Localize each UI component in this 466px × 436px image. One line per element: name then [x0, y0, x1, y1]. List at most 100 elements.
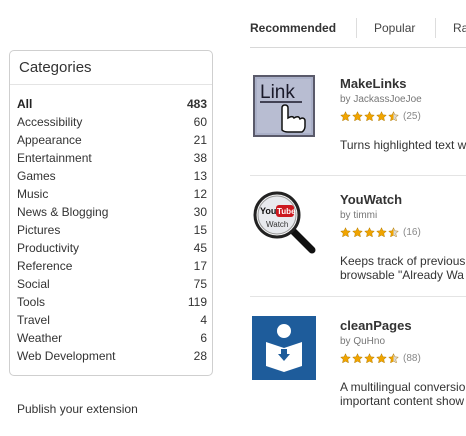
categories-divider: [10, 84, 212, 85]
star-full-icon: [352, 226, 363, 237]
category-item[interactable]: Reference 17: [17, 257, 207, 275]
extension-author: by QuHno: [340, 336, 386, 347]
sort-tabs: Recommended Popular Ra: [250, 18, 466, 48]
star-full-icon: [376, 226, 387, 237]
category-count: 12: [193, 187, 207, 201]
extension-rating: (25): [340, 109, 421, 123]
category-count: 6: [200, 331, 207, 345]
icon-link-text: Link: [260, 82, 295, 103]
category-label: Travel: [17, 313, 50, 327]
category-count: 15: [193, 223, 207, 237]
category-label: Productivity: [17, 241, 80, 255]
category-item[interactable]: Games 13: [17, 167, 207, 185]
category-item[interactable]: Social 75: [17, 275, 207, 293]
extension-name[interactable]: YouWatch: [340, 192, 402, 207]
extension-item[interactable]: Link MakeLinks by JackassJoeJoe (25) Tur…: [250, 74, 466, 194]
category-item[interactable]: Travel 4: [17, 311, 207, 329]
category-item[interactable]: All 483: [17, 95, 207, 113]
tab-divider: [356, 18, 357, 38]
icon-tube-text: Tube: [277, 207, 296, 216]
category-label: Entertainment: [17, 151, 92, 165]
star-full-icon: [376, 352, 387, 363]
category-count: 17: [193, 259, 207, 273]
category-count: 4: [200, 313, 207, 327]
extension-name[interactable]: cleanPages: [340, 318, 412, 333]
category-count: 13: [193, 169, 207, 183]
category-label: Tools: [17, 295, 46, 309]
category-label: Weather: [17, 331, 63, 345]
category-count: 21: [193, 133, 207, 147]
category-label: Music: [17, 187, 49, 201]
category-count: 30: [193, 205, 207, 219]
category-count: 45: [193, 241, 207, 255]
category-item[interactable]: Music 12: [17, 185, 207, 203]
rating-count: (88): [403, 352, 421, 364]
extension-rating: (88): [340, 351, 421, 365]
extension-item[interactable]: You Tube Watch YouWatch by timmi (16) Ke…: [250, 190, 466, 310]
reader-book-icon[interactable]: [252, 316, 316, 380]
star-full-icon: [340, 352, 351, 363]
extension-item[interactable]: cleanPages by QuHno (88) A multilingual …: [250, 316, 466, 436]
category-item[interactable]: News & Blogging 30: [17, 203, 207, 221]
star-half-icon: [388, 110, 399, 121]
category-label: Games: [17, 169, 56, 183]
rating-count: (16): [403, 226, 421, 238]
extension-description: Turns highlighted text w: [340, 138, 466, 152]
category-count: 119: [187, 295, 207, 309]
youtube-magnifier-icon[interactable]: You Tube Watch: [252, 190, 316, 254]
category-count: 483: [186, 97, 207, 111]
tab-recommended[interactable]: Recommended: [250, 21, 336, 35]
icon-you-text: You: [260, 206, 276, 216]
publish-extension-link[interactable]: Publish your extension: [17, 402, 138, 416]
category-label: All: [17, 97, 33, 111]
category-count: 28: [193, 349, 207, 363]
category-item[interactable]: Pictures 15: [17, 221, 207, 239]
extension-author: by JackassJoeJoe: [340, 94, 422, 105]
star-full-icon: [340, 226, 351, 237]
category-item[interactable]: Appearance 21: [17, 131, 207, 149]
star-half-icon: [388, 226, 399, 237]
category-item[interactable]: Productivity 45: [17, 239, 207, 257]
category-label: Appearance: [17, 133, 82, 147]
category-count: 60: [193, 115, 207, 129]
description-line: important content show: [340, 394, 465, 408]
description-line: Keeps track of previous: [340, 254, 466, 268]
extension-description: A multilingual conversio important conte…: [340, 380, 466, 408]
category-item[interactable]: Entertainment 38: [17, 149, 207, 167]
category-item[interactable]: Weather 6: [17, 329, 207, 347]
star-full-icon: [376, 110, 387, 121]
tab-rating[interactable]: Ra: [453, 21, 466, 35]
star-full-icon: [364, 110, 375, 121]
tab-popular[interactable]: Popular: [374, 21, 415, 35]
tab-divider: [435, 18, 436, 38]
description-line: Turns highlighted text w: [340, 138, 466, 152]
categories-panel: Categories All 483 Accessibility 60 Appearan…: [9, 50, 213, 376]
extension-divider: [250, 175, 466, 176]
description-line: A multilingual conversio: [340, 380, 466, 394]
category-count: 38: [193, 151, 207, 165]
extension-rating: (16): [340, 225, 421, 239]
categories-title: Categories: [19, 59, 92, 76]
category-item[interactable]: Tools 119: [17, 293, 207, 311]
category-label: Reference: [17, 259, 73, 273]
category-label: Web Development: [17, 349, 116, 363]
icon-watch-text: Watch: [266, 220, 288, 229]
category-list: All 483 Accessibility 60 Appearance 21 Enterta…: [17, 95, 207, 365]
category-item[interactable]: Accessibility 60: [17, 113, 207, 131]
tabs-underline: [250, 47, 466, 48]
category-label: Social: [17, 277, 50, 291]
rating-count: (25): [403, 110, 421, 122]
category-label: News & Blogging: [17, 205, 109, 219]
star-full-icon: [352, 352, 363, 363]
star-full-icon: [364, 226, 375, 237]
star-half-icon: [388, 352, 399, 363]
star-full-icon: [352, 110, 363, 121]
extension-description: Keeps track of previous browsable "Alrea…: [340, 254, 466, 282]
category-count: 75: [193, 277, 207, 291]
extension-name[interactable]: MakeLinks: [340, 76, 406, 91]
link-cursor-icon[interactable]: Link: [252, 74, 316, 138]
category-item[interactable]: Web Development 28: [17, 347, 207, 365]
category-label: Pictures: [17, 223, 61, 237]
star-full-icon: [364, 352, 375, 363]
extension-divider: [250, 296, 466, 297]
